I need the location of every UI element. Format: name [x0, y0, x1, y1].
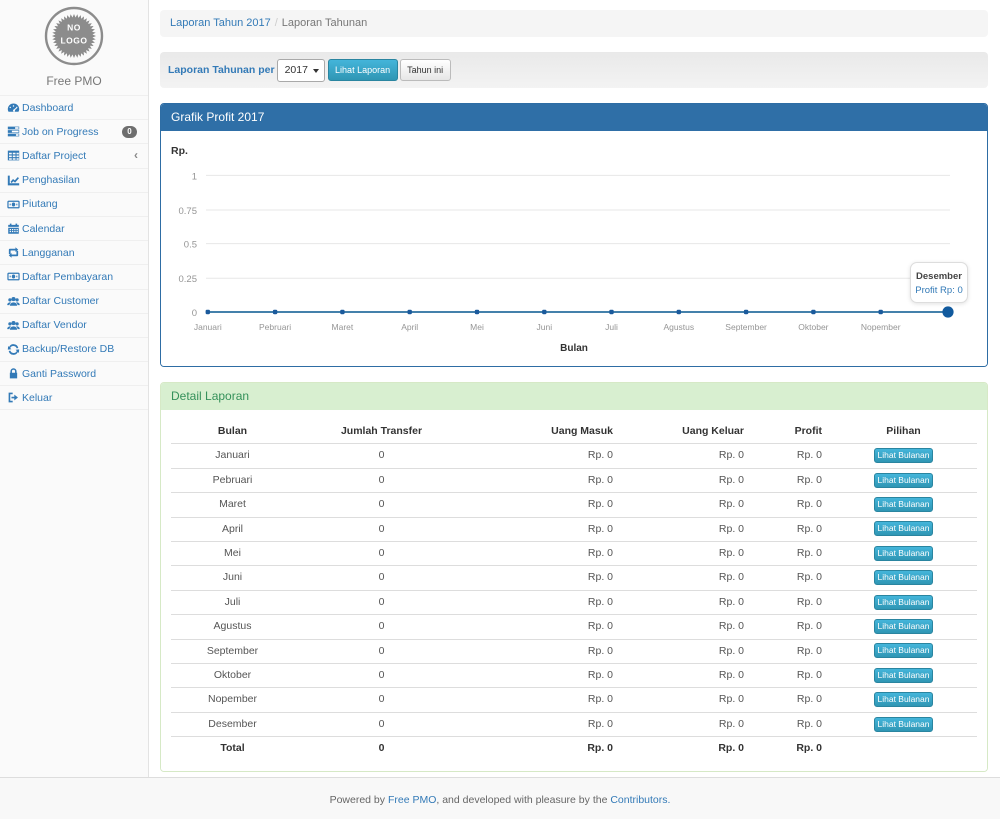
svg-text:NO: NO [67, 23, 81, 33]
svg-text:Juni: Juni [537, 322, 553, 332]
svg-text:September: September [725, 322, 767, 332]
svg-text:Bulan: Bulan [560, 343, 588, 354]
svg-text:1: 1 [192, 171, 197, 182]
svg-text:Maret: Maret [332, 322, 354, 332]
svg-text:April: April [401, 322, 418, 332]
svg-text:LOGO: LOGO [60, 36, 87, 46]
svg-text:Juli: Juli [605, 322, 618, 332]
svg-text:Agustus: Agustus [663, 322, 694, 332]
svg-text:Pebruari: Pebruari [259, 322, 291, 332]
svg-text:0: 0 [192, 308, 197, 319]
svg-text:Nopember: Nopember [861, 322, 901, 332]
svg-text:Mei: Mei [470, 322, 484, 332]
svg-text:0.25: 0.25 [179, 274, 198, 285]
svg-text:Oktober: Oktober [798, 322, 828, 332]
svg-text:0.5: 0.5 [184, 240, 197, 251]
svg-text:0.75: 0.75 [179, 206, 198, 217]
svg-text:Januari: Januari [194, 322, 222, 332]
svg-text:Rp.: Rp. [171, 145, 188, 157]
